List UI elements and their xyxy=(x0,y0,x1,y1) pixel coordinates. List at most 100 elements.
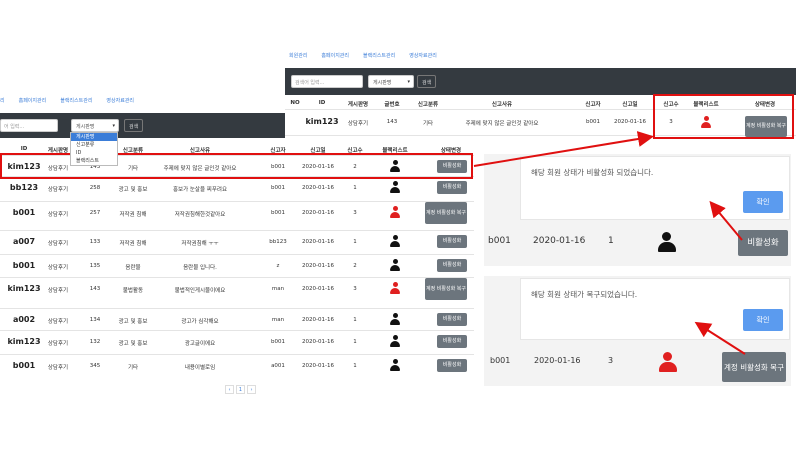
search-input[interactable]: 검색어 입력... xyxy=(291,75,363,88)
icon-head xyxy=(392,335,398,340)
cell-reason: 음란물 입니다. xyxy=(183,265,217,271)
search-input[interactable]: 어 입력... xyxy=(0,119,58,132)
cell-cat: 저작권 침해 xyxy=(119,241,147,247)
pagination: ‹ 1 › xyxy=(225,385,256,394)
cell-no: 258 xyxy=(89,185,101,191)
cell-reporter: b001 xyxy=(586,119,600,125)
dropdown-option-id[interactable]: ID xyxy=(71,149,117,157)
search-button[interactable]: 검색 xyxy=(417,75,437,88)
cell-reporter: bb123 xyxy=(269,239,287,245)
nav-video[interactable]: 영상자료관리 xyxy=(409,52,437,59)
dropdown-option-blacklist[interactable]: 블랙리스트 xyxy=(71,157,117,165)
cell-reason: 광고가 심각해요 xyxy=(181,319,219,325)
cell-count: 3 xyxy=(353,286,357,292)
icon-body xyxy=(390,365,400,371)
cell-id: kim123 xyxy=(305,117,339,126)
confirm-button[interactable]: 확인 xyxy=(743,191,783,213)
nav-homepage[interactable]: 홈페이지관리 xyxy=(321,52,349,59)
icon-body xyxy=(390,241,400,247)
cell-date: 2020-01-16 xyxy=(302,185,334,191)
restore-account-button[interactable]: 계정 비활성화 복구 xyxy=(425,202,467,224)
header-reporter: 신고자 xyxy=(585,102,601,108)
cell-reason: 저작권침해 ㅜㅜ xyxy=(181,241,219,247)
header-id: ID xyxy=(20,146,28,152)
restore-account-button[interactable]: 계정 비활성화 복구 xyxy=(722,352,786,382)
nav-blacklist[interactable]: 블랙리스트관리 xyxy=(60,97,92,104)
strip-date: 2020-01-16 xyxy=(533,236,586,246)
cell-id: b001 xyxy=(12,208,36,217)
nav-blacklist[interactable]: 블랙리스트관리 xyxy=(363,52,395,59)
blacklist-user-icon xyxy=(390,206,400,218)
deactivate-button[interactable]: 비활성화 xyxy=(437,235,467,248)
icon-body xyxy=(390,265,400,271)
deactivate-button[interactable]: 비활성화 xyxy=(738,230,788,256)
prev-page-button[interactable]: ‹ xyxy=(225,385,234,394)
search-button[interactable]: 검색 xyxy=(124,119,144,132)
blacklist-user-icon xyxy=(390,259,400,271)
row-divider xyxy=(0,201,474,202)
top-nav: 회원관리 홈페이지관리 블랙리스트관리 영상자료관리 xyxy=(289,52,437,59)
search-type-select[interactable]: 게시판명 ▾ xyxy=(71,119,119,132)
strip-id: b001 xyxy=(490,356,511,365)
cell-reason: 저작권침해한것같아요 xyxy=(174,212,226,218)
blacklist-user-icon xyxy=(390,313,400,325)
cell-no: 143 xyxy=(89,286,101,292)
row-divider xyxy=(0,354,474,355)
search-bar: 검색어 입력... 게시판명 ▾ 검색 xyxy=(285,68,796,95)
cell-board: 상담후기 xyxy=(47,241,69,247)
row-divider xyxy=(0,230,474,231)
cell-date: 2020-01-16 xyxy=(302,286,334,292)
cell-id: bb123 xyxy=(9,183,39,192)
confirm-button[interactable]: 확인 xyxy=(743,309,783,331)
row-divider xyxy=(0,277,474,278)
cell-reason: 불법적인게시물이에요 xyxy=(174,288,226,294)
cell-board: 상담후기 xyxy=(47,319,69,325)
search-type-select[interactable]: 게시판명 ▾ xyxy=(368,75,414,88)
cell-board: 상담후기 xyxy=(47,365,69,371)
cell-reporter: a001 xyxy=(271,363,285,369)
cell-count: 1 xyxy=(353,185,357,191)
nav-member[interactable]: 리 xyxy=(0,97,5,104)
cell-no: 132 xyxy=(89,339,101,345)
page-1-button[interactable]: 1 xyxy=(236,385,245,394)
blacklist-user-icon xyxy=(390,359,400,371)
dropdown-option-category[interactable]: 신고분류 xyxy=(71,141,117,149)
cell-no: 257 xyxy=(89,210,101,216)
left-top-nav: 리 홈페이지관리 블랙리스트관리 영상자료관리 xyxy=(0,97,134,104)
row-divider xyxy=(0,308,474,309)
cell-reporter: man xyxy=(271,317,285,323)
cell-count: 1 xyxy=(353,317,357,323)
cell-board: 상담후기 xyxy=(47,288,69,294)
next-page-button[interactable]: › xyxy=(247,385,256,394)
nav-member[interactable]: 회원관리 xyxy=(289,52,307,59)
cell-reporter: z xyxy=(276,263,280,269)
deactivate-button[interactable]: 비활성화 xyxy=(437,335,467,348)
dialog-message: 해당 회원 상태가 복구되었습니다. xyxy=(531,290,638,299)
deactivate-button[interactable]: 비활성화 xyxy=(437,359,467,372)
nav-homepage[interactable]: 홈페이지관리 xyxy=(19,97,47,104)
cell-board: 상담후기 xyxy=(47,341,69,347)
select-value: 게시판명 xyxy=(76,124,95,130)
deactivated-dialog: 해당 회원 상태가 비활성화 되었습니다. 확인 xyxy=(520,156,790,220)
cell-date: 2020-01-16 xyxy=(614,119,646,125)
icon-body xyxy=(390,288,400,294)
deactivate-button[interactable]: 비활성화 xyxy=(437,181,467,194)
cell-cat: 저작권 침해 xyxy=(119,212,147,218)
icon-head xyxy=(392,282,398,287)
nav-video[interactable]: 영상자료관리 xyxy=(106,97,134,104)
cell-reason: 광고글이에요 xyxy=(184,341,216,347)
cell-reporter: man xyxy=(271,286,285,292)
cell-id: b001 xyxy=(12,261,36,270)
cell-count: 2 xyxy=(353,263,357,269)
restore-account-button[interactable]: 계정 비활성화 복구 xyxy=(425,278,467,300)
icon-head xyxy=(392,259,398,264)
cell-date: 2020-01-16 xyxy=(302,239,334,245)
header-category: 신고분류 xyxy=(417,102,439,108)
blacklist-user-icon xyxy=(390,181,400,193)
select-value: 게시판명 xyxy=(373,80,392,86)
cell-date: 2020-01-16 xyxy=(302,317,334,323)
icon-body xyxy=(390,341,400,347)
deactivate-button[interactable]: 비활성화 xyxy=(437,259,467,272)
deactivate-button[interactable]: 비활성화 xyxy=(437,313,467,326)
dropdown-option-board[interactable]: 게시판명 xyxy=(71,133,117,141)
